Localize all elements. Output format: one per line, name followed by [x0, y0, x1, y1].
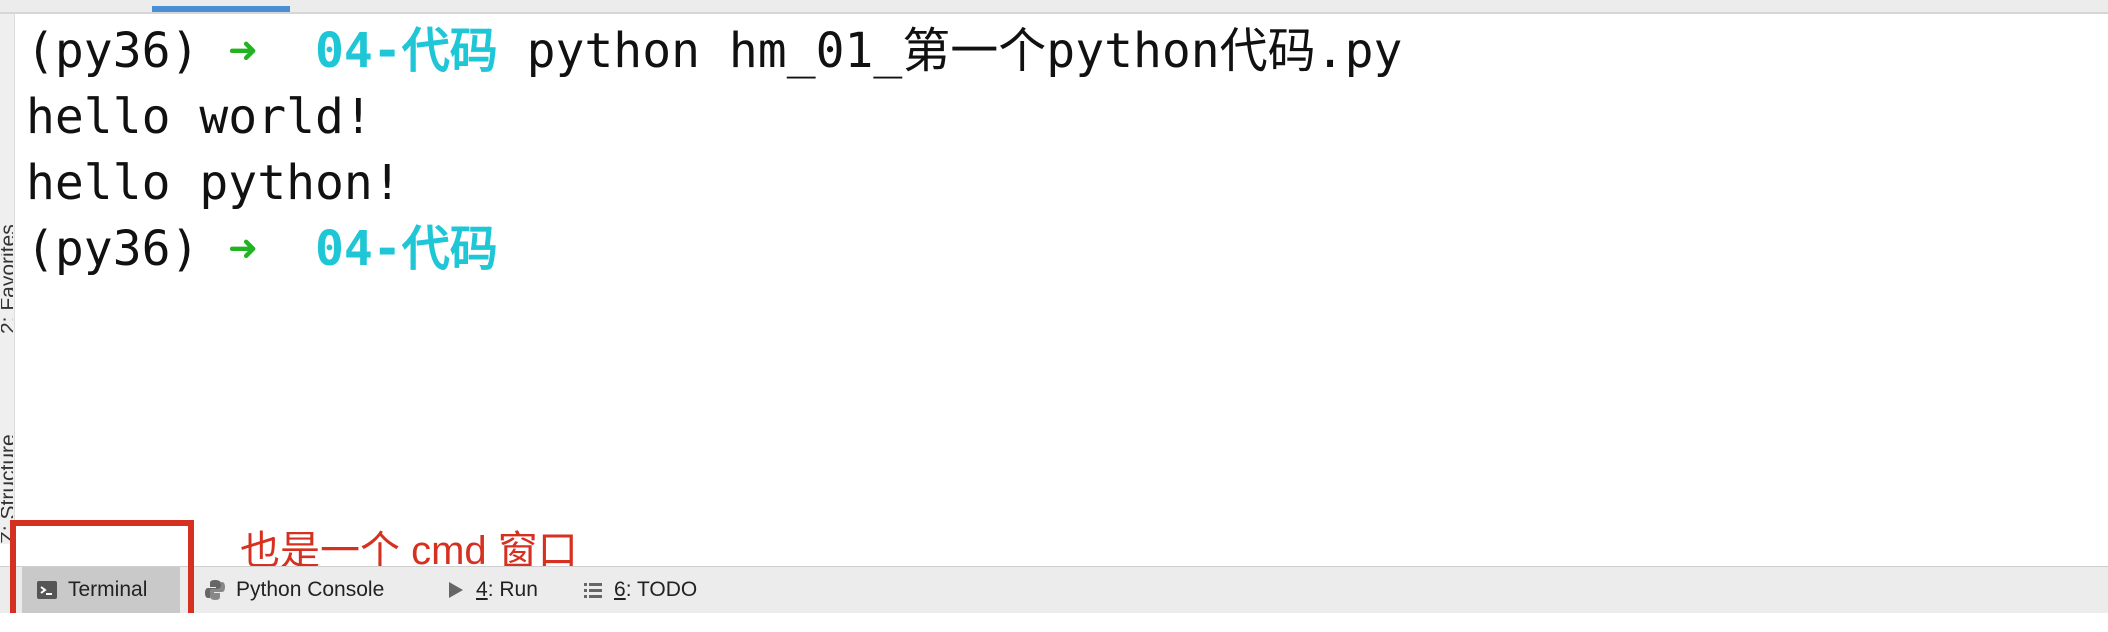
tab-run[interactable]: 4: Run — [430, 567, 550, 613]
status-bar — [0, 613, 2108, 632]
tab-todo-mnemonic: 6 — [614, 578, 626, 601]
prompt-env: (py36) — [26, 221, 200, 277]
prompt-env: (py36) — [26, 23, 200, 79]
tab-todo-label: 6: TODO — [614, 578, 697, 602]
tab-run-label: 4: Run — [476, 578, 538, 602]
python-icon — [205, 580, 225, 600]
left-tool-stripe: 2: Favorites Z: Structure — [0, 14, 15, 544]
terminal-line-output: hello python! — [26, 155, 402, 211]
run-icon — [449, 582, 463, 598]
prompt-arrow-icon: ➜ — [228, 23, 258, 79]
favorites-tool-tab[interactable]: 2: Favorites — [1, 204, 13, 354]
tab-run-mnemonic: 4 — [476, 578, 488, 601]
tab-todo[interactable]: 6: TODO — [568, 567, 718, 613]
terminal-line-output: hello world! — [26, 89, 373, 145]
prompt-directory: 04-代码 — [315, 221, 498, 277]
tab-python-console[interactable]: Python Console — [190, 567, 410, 613]
active-tab-indicator[interactable] — [152, 6, 290, 12]
prompt-arrow-icon: ➜ — [228, 221, 258, 277]
bottom-tool-bar: Terminal Python Console 4: Run 6: TODO — [0, 566, 2108, 614]
command-text: python hm_01_第一个python代码.py — [526, 23, 1403, 79]
tab-todo-text: : TODO — [625, 578, 698, 601]
favorites-tab-label: 2: Favorites — [1, 224, 13, 334]
editor-tab-strip — [0, 0, 2108, 14]
terminal-line-command: (py36) ➜ 04-代码 python hm_01_第一个python代码.… — [26, 18, 2086, 84]
terminal-line-prompt: (py36) ➜ 04-代码 — [26, 216, 2086, 282]
todo-list-icon — [584, 583, 602, 598]
tab-python-console-label: Python Console — [236, 578, 385, 601]
prompt-directory: 04-代码 — [315, 23, 498, 79]
tab-run-text: : Run — [487, 578, 538, 601]
terminal-output[interactable]: (py36) ➜ 04-代码 python hm_01_第一个python代码.… — [26, 18, 2086, 518]
